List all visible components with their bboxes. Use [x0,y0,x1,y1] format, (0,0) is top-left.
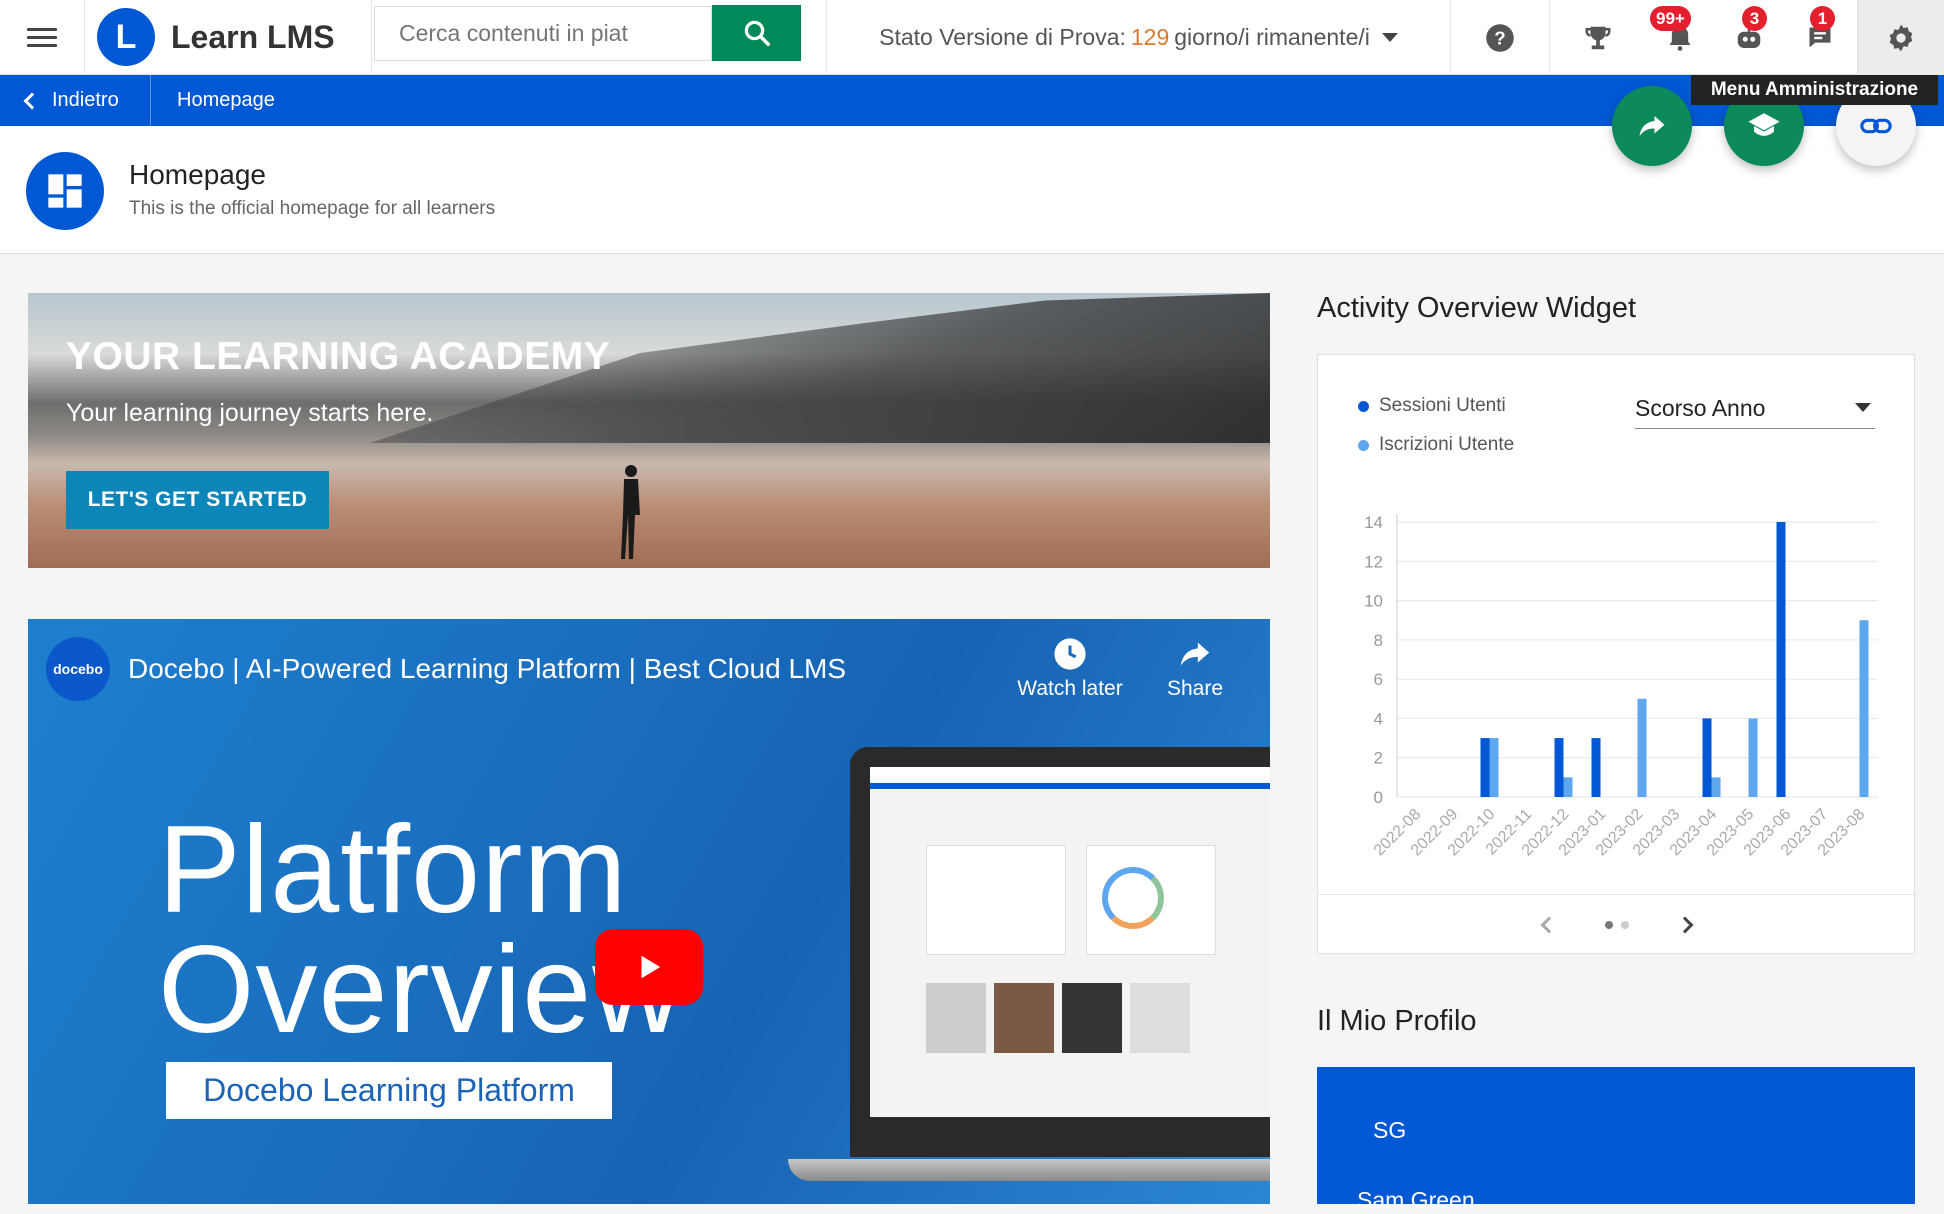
y-tick-label: 2 [1374,749,1383,768]
chart-bar [1480,738,1490,797]
help-button[interactable]: ? [1451,0,1550,75]
channel-logo[interactable]: docebo [46,637,110,701]
video-caption-pill: Docebo Learning Platform [166,1062,612,1119]
chart-bar [1776,522,1786,797]
y-tick-label: 12 [1364,552,1383,571]
gear-icon [1889,24,1913,51]
trial-days: 129 [1130,24,1170,50]
caret-down-icon [1381,33,1398,42]
messages-badge: 1 [1810,6,1835,31]
banner-title: YOUR LEARNING ACADEMY [66,335,611,378]
page-title: Homepage [129,159,266,190]
banner-subtitle: Your learning journey starts here. [66,399,434,427]
hero-banner: YOUR LEARNING ACADEMY Your learning jour… [28,293,1270,568]
y-tick-label: 4 [1374,709,1383,728]
chart-bar [1563,777,1573,797]
caret-down-icon [1855,403,1871,412]
chevron-left-icon[interactable] [1540,916,1558,933]
widget-pager [1318,894,1916,954]
watch-later-button[interactable]: Watch later [1010,637,1130,701]
period-select[interactable]: Scorso Anno [1635,389,1875,429]
trial-status-dropdown[interactable]: Stato Versione di Prova: 129 giorno/i ri… [826,0,1451,75]
pager-dot[interactable] [1621,920,1629,929]
activity-widget-title: Activity Overview Widget [1317,292,1637,324]
y-tick-label: 14 [1364,513,1383,532]
chevron-left-icon [23,92,41,109]
watch-later-label: Watch later [1017,677,1123,700]
chart-bar [1702,718,1712,797]
legend-item-enrollments: Iscrizioni Utente [1358,434,1514,456]
video-share-button[interactable]: Share [1135,637,1255,701]
breadcrumb[interactable]: Homepage [151,89,275,112]
notifications-button[interactable]: 99+ [1646,0,1714,75]
brand[interactable]: L Learn LMS [84,0,372,75]
laptop-screen [870,767,1270,1117]
chevron-right-icon[interactable] [1676,916,1694,933]
back-label: Indietro [52,89,119,111]
y-tick-label: 8 [1374,631,1383,650]
achievements-button[interactable] [1550,0,1646,75]
chart-bar [1591,738,1601,797]
chart-bar [1859,620,1869,797]
activity-overview-widget: Sessioni Utenti Iscrizioni Utente Scorso… [1317,354,1916,954]
y-tick-label: 6 [1374,670,1383,689]
legend-label: Iscrizioni Utente [1379,434,1515,455]
search-field[interactable] [374,6,712,61]
svg-text:?: ? [1494,27,1505,48]
search-input[interactable] [399,20,689,47]
y-tick-label: 10 [1364,592,1383,611]
dashboard-icon [26,152,104,230]
get-started-button[interactable]: LET'S GET STARTED [66,471,329,529]
period-select-value: Scorso Anno [1635,395,1766,421]
video-title[interactable]: Docebo | AI-Powered Learning Platform | … [128,653,846,685]
pager-dot-active[interactable] [1605,920,1613,929]
back-button[interactable]: Indietro [0,75,151,126]
share-fab[interactable] [1612,86,1692,166]
brand-logo: L [97,8,155,66]
laptop-base [788,1159,1270,1181]
admin-menu-button[interactable] [1857,0,1944,75]
y-tick-label: 0 [1374,788,1383,807]
legend-item-sessions: Sessioni Utenti [1358,395,1506,417]
trophy-icon [1585,26,1611,49]
admin-menu-tooltip: Menu Amministrazione [1691,75,1938,105]
trial-label: Stato Versione di Prova: [879,24,1126,50]
share-arrow-icon [1639,116,1665,136]
search-icon [744,20,770,46]
chart-bar [1748,718,1758,797]
page-subtitle: This is the official homepage for all le… [129,198,496,219]
activity-chart: 024681012142022-082022-092022-102022-112… [1364,513,1878,859]
play-button[interactable] [595,929,703,1005]
coach-button[interactable]: 3 [1714,0,1784,75]
messages-button[interactable]: 1 [1784,0,1856,75]
trial-suffix: giorno/i rimanente/i [1174,24,1370,50]
hiker-silhouette [621,465,640,559]
profile-card[interactable]: SG Sam Green [1317,1067,1915,1213]
search-button[interactable] [712,5,801,61]
legend-dot [1358,439,1369,451]
legend-label: Sessioni Utenti [1379,395,1506,416]
chart-bar [1637,698,1647,797]
share-label: Share [1166,677,1224,700]
profile-initials: SG [1373,1117,1407,1143]
legend-dot [1358,400,1369,412]
help-icon: ? [1486,23,1514,52]
profile-title: Il Mio Profilo [1317,1005,1477,1037]
profile-name: Sam Green [1357,1187,1475,1213]
play-icon [641,955,661,979]
chart-bar [1554,738,1564,797]
brand-name: Learn LMS [171,18,335,55]
laptop-image [850,747,1270,1157]
chart-bar [1711,777,1721,797]
hamburger-menu-icon[interactable] [0,0,84,75]
chart-bar [1489,738,1499,797]
graduation-cap-icon [1748,113,1780,136]
video-player[interactable]: docebo Docebo | AI-Powered Learning Plat… [28,619,1270,1204]
link-icon [1860,118,1892,134]
clock-icon [1054,638,1086,670]
notifications-badge: 99+ [1650,6,1691,31]
coach-badge: 3 [1742,6,1767,31]
share-arrow-icon [1180,642,1210,666]
